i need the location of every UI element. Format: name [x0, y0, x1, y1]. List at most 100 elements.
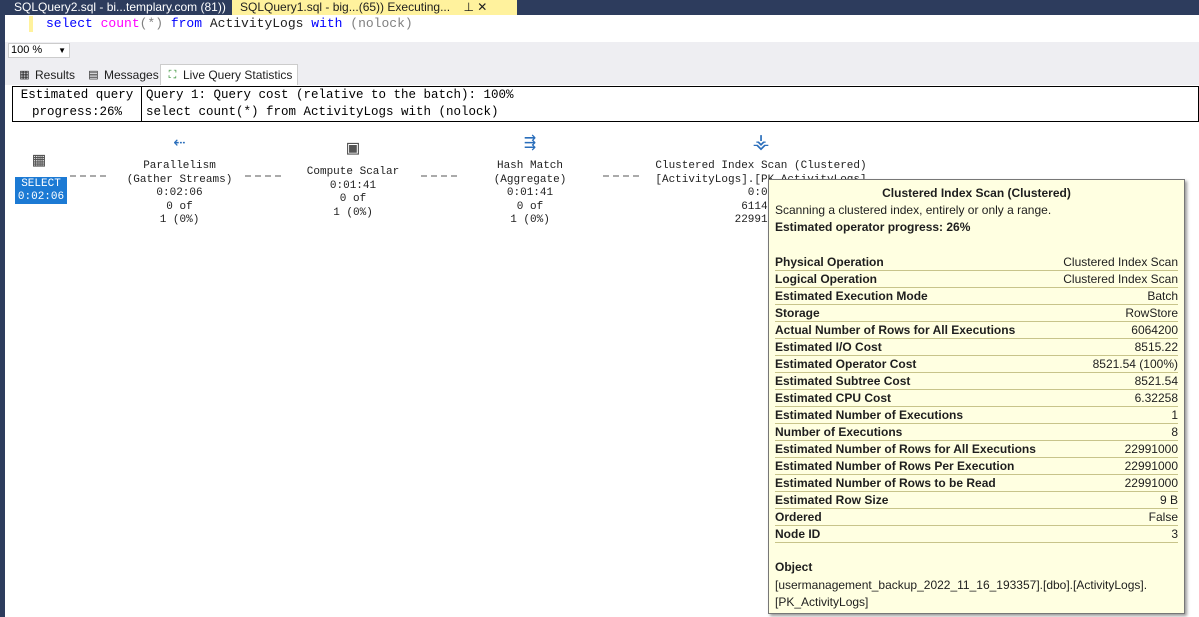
property-key: Estimated Number of Rows to be Read — [775, 476, 996, 490]
property-key: Estimated CPU Cost — [775, 391, 892, 405]
progress-value: progress:26% — [31, 105, 122, 119]
zoom-bar: 100 % ▼ — [5, 42, 1199, 60]
node-rows-total: 1 (0%) — [333, 206, 373, 219]
select-node[interactable]: SELECT 0:02:06 — [15, 177, 67, 204]
property-key: Storage — [775, 306, 820, 320]
property-value: Clustered Index Scan — [1063, 272, 1178, 286]
property-value: 6064200 — [1131, 323, 1178, 337]
query-info: Query 1: Query cost (relative to the bat… — [146, 87, 514, 121]
property-key: Logical Operation — [775, 272, 878, 286]
kw: from — [163, 16, 210, 31]
node-subname: (Aggregate) — [493, 173, 567, 186]
object-index: [PK_ActivityLogs] — [775, 595, 869, 609]
property-value: 8 — [1171, 425, 1178, 439]
hash-match-node[interactable]: ⇶ Hash Match (Aggregate) 0:01:41 0 of 1 … — [480, 130, 580, 228]
hint: (nolock) — [350, 16, 413, 31]
property-row: Physical Operation Clustered Index Scan — [775, 254, 1178, 271]
property-row: Estimated Operator Cost 8521.54 (100%) — [775, 356, 1178, 373]
property-value: Batch — [1147, 289, 1178, 303]
node-rows: 0 of — [166, 200, 193, 213]
doc-tab-sqlquery2[interactable]: SQLQuery2.sql - bi...templary.com (81)) — [6, 0, 234, 15]
property-value: 9 B — [1159, 493, 1178, 507]
tab-live-query-statistics[interactable]: ⛶ Live Query Statistics — [160, 64, 299, 85]
object-name: [usermanagement_backup_2022_11_16_193357… — [775, 578, 1148, 592]
tab-label: Messages — [104, 67, 159, 82]
property-key: Estimated Number of Executions — [775, 408, 964, 422]
connector — [603, 175, 639, 177]
node-rows: 0 of — [516, 200, 544, 213]
progress-label: Estimated query — [20, 88, 134, 102]
node-name: Compute Scalar — [306, 166, 400, 178]
clustered-index-scan-icon: ⚶ — [752, 132, 770, 155]
zoom-value: 100 % — [11, 44, 43, 56]
compute-scalar-icon: ▣ — [346, 138, 360, 161]
node-time: 0:02:06 — [156, 187, 203, 199]
property-key: Number of Executions — [775, 425, 903, 439]
connector — [421, 175, 457, 177]
select-result-icon: ▦ — [32, 150, 46, 173]
zoom-select[interactable]: 100 % ▼ — [8, 43, 70, 58]
property-row: Storage RowStore — [775, 305, 1178, 322]
operator-tooltip: Clustered Index Scan (Clustered) Scannin… — [768, 179, 1185, 614]
property-row: Estimated Execution Mode Batch — [775, 288, 1178, 305]
property-value: 3 — [1171, 527, 1178, 541]
property-row: Number of Executions 8 — [775, 424, 1178, 441]
property-row: Estimated Number of Rows Per Execution 22… — [775, 458, 1178, 475]
property-row: Estimated Number of Executions 1 — [775, 407, 1178, 424]
property-value: 8521.54 — [1134, 374, 1178, 388]
fn: count — [100, 16, 140, 31]
chevron-down-icon: ▼ — [58, 46, 66, 55]
property-key: Estimated Execution Mode — [775, 289, 928, 303]
property-key: Physical Operation — [775, 255, 884, 269]
node-time: 0:02:06 — [17, 191, 65, 203]
property-value: 8515.22 — [1134, 340, 1178, 354]
property-row: Ordered False — [775, 509, 1178, 526]
parallelism-icon: ⇠ — [173, 132, 186, 155]
property-key: Estimated Row Size — [775, 493, 889, 507]
node-rows: 0 of — [339, 193, 367, 205]
pin-icon[interactable]: ⊥ — [463, 0, 473, 14]
change-marker — [29, 16, 33, 32]
paren: (*) — [139, 16, 164, 31]
node-rows-total: 1 (0%) — [510, 214, 550, 226]
tooltip-progress: Estimated operator progress: 26% — [775, 220, 971, 234]
kw: select — [46, 16, 101, 31]
query-editor[interactable]: select count(*) from ActivityLogs with (… — [5, 15, 1199, 42]
tab-results[interactable]: ▦ Results — [13, 64, 80, 85]
property-row: Estimated I/O Cost 8515.22 — [775, 339, 1178, 356]
result-tabs: ▦ Results ▤ Messages ⛶ Live Query Statistic… — [5, 60, 1199, 85]
doc-tab-sqlquery1[interactable]: SQLQuery1.sql - big...(65)) Executing...… — [232, 0, 517, 15]
node-subname: (Gather Streams) — [126, 173, 233, 186]
select-node-icon-wrap: ▦ — [26, 148, 52, 178]
parallelism-node[interactable]: ⇠ Parallelism (Gather Streams) 0:02:06 0… — [122, 130, 237, 228]
tooltip-description: Scanning a clustered index, entirely or … — [775, 203, 1052, 217]
object-label: Object — [775, 560, 813, 574]
grid-icon: ▦ — [19, 68, 30, 81]
live-stats-icon: ⛶ — [168, 69, 177, 81]
query-progress: Estimated query progress:26% — [13, 87, 142, 121]
property-key: Node ID — [775, 527, 821, 541]
connector — [245, 175, 281, 177]
property-value: 8521.54 (100%) — [1092, 357, 1178, 371]
property-row: Actual Number of Rows for All Executions… — [775, 322, 1178, 339]
property-key: Estimated I/O Cost — [775, 340, 882, 354]
property-key: Estimated Number of Rows for All Executi… — [775, 442, 1036, 456]
close-icon[interactable]: ✕ — [477, 0, 487, 14]
property-value: 22991000 — [1124, 459, 1178, 473]
property-key: Estimated Subtree Cost — [775, 374, 911, 388]
property-value: RowStore — [1125, 306, 1178, 320]
property-value: False — [1148, 510, 1178, 524]
compute-scalar-node[interactable]: ▣ Compute Scalar 0:01:41 0 of 1 (0%) — [303, 136, 403, 220]
node-name: Parallelism — [143, 160, 216, 172]
tab-messages[interactable]: ▤ Messages — [82, 64, 164, 85]
property-value: 22991000 — [1124, 442, 1178, 456]
node-rows-total: 1 (0%) — [159, 214, 200, 226]
query-text: select count(*) from ActivityLogs with (… — [146, 105, 499, 119]
property-value: Clustered Index Scan — [1063, 255, 1178, 269]
property-row: Node ID 3 — [775, 526, 1178, 543]
property-row: Estimated Row Size 9 B — [775, 492, 1178, 509]
tab-label: Results — [35, 67, 76, 82]
node-time: 0:01:41 — [329, 179, 377, 192]
property-key: Estimated Operator Cost — [775, 357, 917, 371]
node-name: SELECT — [21, 178, 61, 190]
